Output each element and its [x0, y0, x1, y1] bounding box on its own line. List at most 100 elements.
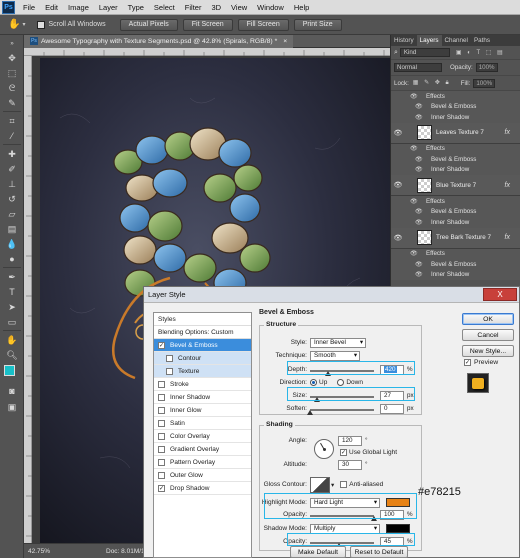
slider-knob[interactable] [307, 409, 313, 415]
eyedropper-tool-icon[interactable]: ⁄ [5, 130, 19, 142]
style-checkbox[interactable] [158, 458, 165, 466]
eye-icon[interactable]: 👁︎ [415, 208, 423, 215]
scroll-all-windows-checkbox[interactable]: Scroll All Windows [37, 20, 106, 29]
menu-layer[interactable]: Layer [94, 3, 123, 12]
checkbox-box[interactable] [37, 20, 46, 29]
style-item[interactable]: Color Overlay [154, 430, 251, 443]
effect-row[interactable]: 👁︎ Inner Shadow [391, 164, 520, 175]
technique-dropdown[interactable]: Smooth ▾ [310, 350, 360, 361]
hand-tool-icon[interactable]: ✋ [8, 19, 20, 30]
new-style-button[interactable]: New Style... [462, 345, 514, 357]
screen-mode-icon[interactable]: ▣ [5, 401, 19, 413]
menu-file[interactable]: File [18, 3, 40, 12]
style-checkbox[interactable] [166, 354, 173, 362]
fx-icon[interactable]: fx [505, 234, 510, 241]
tool-preset-dropdown-icon[interactable]: ▾ [22, 21, 25, 28]
eye-icon[interactable]: 👁︎ [391, 181, 405, 189]
altitude-input[interactable]: 30 [338, 459, 362, 470]
lasso-tool-icon[interactable]: ᘓ [5, 82, 19, 94]
foreground-color-swatch[interactable] [4, 365, 15, 376]
style-dropdown[interactable]: Inner Bevel ▾ [310, 337, 366, 348]
fill-input[interactable]: 100% [473, 78, 496, 88]
effect-row[interactable]: 👁︎ Bevel & Emboss [391, 206, 520, 217]
crop-tool-icon[interactable]: ⌗ [5, 115, 19, 127]
filter-icons[interactable]: ▣ ◐ T ⬚ ▤ [456, 49, 505, 56]
lock-icons[interactable]: ▦ ✎ ✥ 🔒︎ [413, 79, 451, 87]
menu-filter[interactable]: Filter [180, 3, 207, 12]
style-checkbox[interactable] [158, 419, 165, 427]
eye-icon[interactable]: 👁︎ [415, 156, 423, 163]
style-item[interactable]: Inner Glow [154, 404, 251, 417]
zoom-tool-icon[interactable]: 🔍︎ [5, 349, 19, 361]
fx-icon[interactable]: fx [505, 129, 510, 136]
eye-icon[interactable]: 👁︎ [410, 145, 418, 152]
menu-window[interactable]: Window [252, 3, 289, 12]
style-checkbox[interactable] [158, 432, 165, 440]
fx-icon[interactable]: fx [505, 182, 510, 189]
zoom-level[interactable]: 42.75% [24, 548, 64, 555]
eye-icon[interactable]: 👁︎ [415, 103, 423, 110]
layer-row[interactable]: 👁︎ Blue Texture 7 fx [391, 175, 520, 196]
style-item[interactable]: Inner Shadow [154, 391, 251, 404]
brush-tool-icon[interactable]: ✐ [5, 163, 19, 175]
effects-row[interactable]: 👁︎ Effects [391, 143, 520, 154]
effect-row[interactable]: 👁︎ Bevel & Emboss [391, 101, 520, 112]
styles-header[interactable]: Styles [154, 313, 251, 326]
menu-3d[interactable]: 3D [206, 3, 226, 12]
chevron-down-icon[interactable]: ▾ [331, 481, 334, 489]
menu-help[interactable]: Help [289, 3, 314, 12]
effects-row[interactable]: 👁︎ Effects [391, 248, 520, 259]
history-brush-icon[interactable]: ↺ [5, 193, 19, 205]
close-tab-icon[interactable]: × [283, 38, 287, 45]
global-light-checkbox[interactable]: ✓ [340, 449, 347, 456]
style-item[interactable]: Stroke [154, 378, 251, 391]
style-item[interactable]: Pattern Overlay [154, 456, 251, 469]
style-checkbox[interactable] [158, 406, 165, 414]
style-checkbox[interactable] [158, 445, 165, 453]
direction-down-radio[interactable]: Down [337, 379, 363, 386]
gradient-tool-icon[interactable]: ▤ [5, 223, 19, 235]
style-checkbox[interactable] [158, 380, 165, 388]
menu-edit[interactable]: Edit [40, 3, 63, 12]
clone-stamp-icon[interactable]: ⊥ [5, 178, 19, 190]
cancel-button[interactable]: Cancel [462, 329, 514, 341]
effect-row[interactable]: 👁︎ Bevel & Emboss [391, 259, 520, 270]
fit-screen-button[interactable]: Fit Screen [182, 18, 233, 31]
effects-row[interactable]: 👁︎ Effects [391, 91, 520, 102]
dodge-tool-icon[interactable]: ● [5, 253, 19, 265]
move-tool-icon[interactable]: ✥ [5, 52, 19, 64]
style-checkbox[interactable]: ✓ [158, 484, 165, 492]
menu-select[interactable]: Select [149, 3, 180, 12]
anti-aliased-checkbox[interactable] [340, 481, 348, 488]
style-checkbox[interactable] [166, 367, 173, 375]
effect-row[interactable]: 👁︎ Bevel & Emboss [391, 154, 520, 165]
style-checkbox[interactable] [158, 471, 165, 479]
opacity-input[interactable]: 100% [475, 63, 498, 72]
document-tab[interactable]: Ps Awesome Typography with Texture Segme… [24, 34, 294, 48]
eye-icon[interactable]: 👁︎ [415, 166, 423, 173]
kind-filter-dropdown[interactable]: Kind [399, 48, 450, 57]
eye-icon[interactable]: 👁︎ [415, 271, 423, 278]
eye-icon[interactable]: 👁︎ [410, 198, 418, 205]
collapse-toolbar-icon[interactable]: » [5, 38, 19, 50]
make-default-button[interactable]: Make Default [290, 546, 346, 558]
healing-brush-icon[interactable]: ✚ [5, 148, 19, 160]
blend-mode-dropdown[interactable]: Normal [394, 63, 442, 72]
eye-icon[interactable]: 👁︎ [415, 114, 423, 121]
style-item[interactable]: Contour [154, 352, 251, 365]
style-item[interactable]: Satin [154, 417, 251, 430]
effect-row[interactable]: 👁︎ Inner Shadow [391, 269, 520, 280]
style-item[interactable]: Texture [154, 365, 251, 378]
shadow-mode-dropdown[interactable]: Multiply ▾ [310, 523, 380, 534]
eye-icon[interactable]: 👁︎ [415, 219, 423, 226]
style-checkbox[interactable] [158, 393, 165, 401]
hand-tool-icon[interactable]: ✋ [5, 334, 19, 346]
shadow-color-swatch[interactable] [386, 524, 410, 533]
quick-select-tool-icon[interactable]: ✎ [5, 97, 19, 109]
blur-tool-icon[interactable]: 💧 [5, 238, 19, 250]
marquee-tool-icon[interactable]: ⬚ [5, 67, 19, 79]
eraser-tool-icon[interactable]: ▱ [5, 208, 19, 220]
soften-slider[interactable] [307, 404, 374, 415]
style-item[interactable]: Outer Glow [154, 469, 251, 482]
ok-button[interactable]: OK [462, 313, 514, 325]
